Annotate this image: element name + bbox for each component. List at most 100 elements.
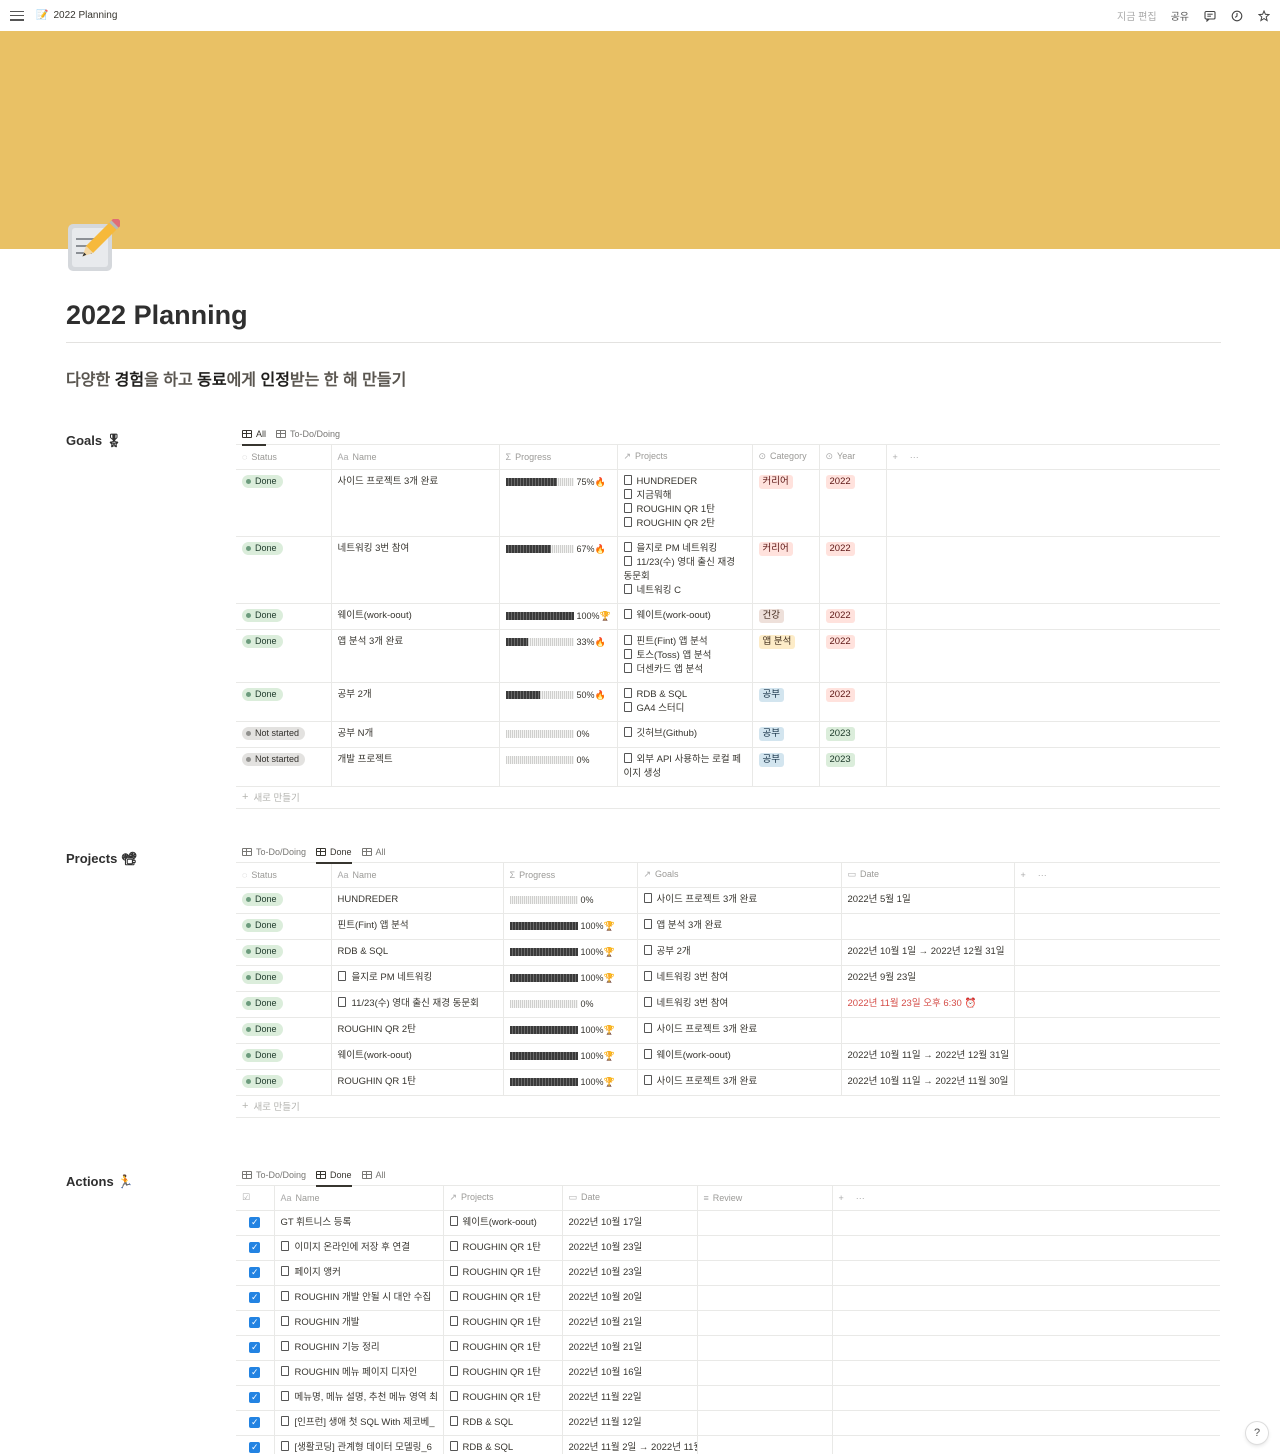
progress-cell[interactable]: 100%🏆 — [503, 939, 638, 966]
projects-cell[interactable]: RDB & SQL GA4 스터디 — [617, 682, 753, 722]
goal-name[interactable]: 개발 프로젝트 — [331, 747, 500, 787]
related-project-link[interactable]: 웨이트(work-oout) — [623, 608, 746, 623]
date-cell[interactable]: 2022년 11월 22일 — [562, 1385, 698, 1411]
action-name-cell[interactable]: ROUGHIN 기능 정리 — [274, 1335, 444, 1361]
table-row[interactable]: ✓ 메뉴명, 메뉴 설명, 추천 메뉴 영역 최 ROUGHIN QR 1탄 2022… — [236, 1385, 1220, 1411]
status-cell[interactable]: Not started — [236, 747, 332, 787]
year-cell[interactable]: 2022 — [819, 682, 887, 722]
project-name-cell[interactable]: RDB & SQL — [331, 939, 504, 966]
table-row[interactable]: ✓ ROUGHIN 개발 ROUGHIN QR 1탄 2022년 10월 21일 — [236, 1310, 1220, 1336]
add-column-header[interactable]: + ··· — [832, 1186, 1220, 1211]
tab-to-do-doing[interactable]: To-Do/Doing — [276, 423, 340, 445]
column-header-goals[interactable]: ↗ Goals — [637, 863, 842, 888]
related-project-link[interactable]: 네트워킹 C — [623, 583, 746, 598]
goal-name[interactable]: 웨이트(work-oout) — [331, 603, 500, 630]
table-row[interactable]: Done RDB & SQL 100%🏆 공부 2개 2022년 10월 1일 → 20… — [236, 939, 1220, 966]
review-cell[interactable] — [697, 1285, 833, 1311]
category-cell[interactable]: 커리어 — [752, 469, 820, 537]
projects-cell[interactable]: 웨이트(work-oout) — [617, 603, 753, 630]
status-badge[interactable]: Done — [242, 541, 283, 555]
projects-cell[interactable]: HUNDREDER 지금뭐해 ROUGHIN QR 1탄 ROUGHIN QR 2탄 — [617, 469, 753, 537]
date-cell[interactable]: 2022년 10월 23일 — [562, 1260, 698, 1286]
action-name-cell[interactable]: ROUGHIN 개발 — [274, 1310, 444, 1336]
related-project-link[interactable]: HUNDREDER — [623, 474, 746, 489]
checked-checkbox[interactable]: ✓ — [249, 1341, 261, 1353]
related-project-link[interactable]: 11/23(수) 영대 출신 재경 동문회 — [623, 555, 746, 584]
projects-cell[interactable]: RDB & SQL — [443, 1435, 563, 1454]
status-cell[interactable]: Done — [236, 913, 332, 940]
status-badge[interactable]: Done — [242, 1048, 283, 1062]
goals-cell[interactable]: 앱 분석 3개 완료 — [637, 913, 842, 940]
plus-icon[interactable]: + — [839, 1193, 844, 1203]
table-row[interactable]: Done 웨이트(work-oout) 100%🏆 웨이트(work-oout) 건강 2… — [236, 603, 1220, 630]
table-row[interactable]: Done 네트워킹 3번 참여 67%🔥 을지로 PM 네트워킹 11/23(수) 영대… — [236, 536, 1220, 604]
checkbox-cell[interactable]: ✓ — [236, 1285, 275, 1311]
more-options-icon[interactable]: ··· — [856, 1193, 865, 1203]
table-row[interactable]: Done ROUGHIN QR 1탄 100%🏆 사이드 프로젝트 3개 완료 2022… — [236, 1069, 1220, 1096]
related-goal-link[interactable]: 사이드 프로젝트 3개 완료 — [643, 1074, 835, 1089]
share-button[interactable]: 공유 — [1171, 8, 1189, 23]
checkbox-cell[interactable]: ✓ — [236, 1310, 275, 1336]
related-project-link[interactable]: RDB & SQL — [449, 1440, 556, 1454]
year-cell[interactable]: 2022 — [819, 629, 887, 683]
review-cell[interactable] — [697, 1235, 833, 1261]
action-name-cell[interactable]: 페이지 앵커 — [274, 1260, 444, 1286]
status-cell[interactable]: Done — [236, 965, 332, 992]
tab-done[interactable]: Done — [316, 1164, 352, 1187]
column-header-projects[interactable]: ↗ Projects — [617, 445, 753, 470]
related-project-link[interactable]: 핀트(Fint) 앱 분석 — [623, 634, 746, 649]
table-row[interactable]: Done 을지로 PM 네트워킹 100%🏆 네트워킹 3번 참여 2022년 9월 2… — [236, 965, 1220, 992]
category-cell[interactable]: 건강 — [752, 603, 820, 630]
tab-all[interactable]: All — [361, 1164, 386, 1186]
checked-checkbox[interactable]: ✓ — [249, 1416, 261, 1428]
plus-icon[interactable]: + — [893, 452, 898, 462]
status-badge[interactable]: Done — [242, 944, 283, 958]
projects-cell[interactable]: 핀트(Fint) 앱 분석 토스(Toss) 앱 분석 더센카드 앱 분석 — [617, 629, 753, 683]
status-badge[interactable]: Done — [242, 1074, 283, 1088]
progress-cell[interactable]: 67%🔥 — [499, 536, 618, 604]
checked-checkbox[interactable]: ✓ — [249, 1366, 261, 1378]
table-row[interactable]: ✓ ROUGHIN 개발 안될 시 대안 수집 ROUGHIN QR 1탄 2022년… — [236, 1285, 1220, 1311]
checkbox-cell[interactable]: ✓ — [236, 1335, 275, 1361]
related-project-link[interactable]: GA4 스터디 — [623, 701, 746, 716]
action-name-cell[interactable]: [생활코딩] 관계형 데이터 모델링_6 — [274, 1435, 444, 1454]
progress-cell[interactable]: 100%🏆 — [503, 965, 638, 992]
project-name-cell[interactable]: HUNDREDER — [331, 887, 504, 914]
projects-cell[interactable]: 웨이트(work-oout) — [443, 1210, 563, 1236]
tab-to-do-doing[interactable]: To-Do/Doing — [242, 1164, 306, 1186]
date-cell[interactable]: 2022년 11월 12일 — [562, 1410, 698, 1436]
favorite-star-icon[interactable] — [1257, 9, 1270, 22]
progress-cell[interactable]: 50%🔥 — [499, 682, 618, 722]
plus-icon[interactable]: + — [1021, 870, 1026, 880]
review-cell[interactable] — [697, 1260, 833, 1286]
checkbox-cell[interactable]: ✓ — [236, 1410, 275, 1436]
review-cell[interactable] — [697, 1410, 833, 1436]
checked-checkbox[interactable]: ✓ — [249, 1316, 261, 1328]
related-goal-link[interactable]: 네트워킹 3번 참여 — [643, 970, 835, 985]
goals-new-row-button[interactable]: + 새로 만들기 — [236, 787, 1220, 809]
table-row[interactable]: ✓ 이미지 온라인에 저장 후 연결 ROUGHIN QR 1탄 2022년 10월 … — [236, 1235, 1220, 1261]
table-row[interactable]: Done HUNDREDER 0% 사이드 프로젝트 3개 완료 2022년 5월 1일 — [236, 887, 1220, 914]
related-project-link[interactable]: ROUGHIN QR 1탄 — [449, 1340, 556, 1355]
review-cell[interactable] — [697, 1210, 833, 1236]
progress-cell[interactable]: 0% — [499, 721, 618, 748]
table-row[interactable]: ✓ 페이지 앵커 ROUGHIN QR 1탄 2022년 10월 23일 — [236, 1260, 1220, 1286]
status-cell[interactable]: Done — [236, 991, 332, 1018]
table-row[interactable]: ✓ [생활코딩] 관계형 데이터 모델링_6 RDB & SQL 2022년 11월 … — [236, 1435, 1220, 1454]
related-project-link[interactable]: ROUGHIN QR 1탄 — [449, 1365, 556, 1380]
column-header-projects[interactable]: ↗ Projects — [443, 1186, 563, 1211]
checked-checkbox[interactable]: ✓ — [249, 1216, 261, 1228]
status-badge[interactable]: Done — [242, 474, 283, 488]
related-goal-link[interactable]: 사이드 프로젝트 3개 완료 — [643, 1022, 835, 1037]
year-cell[interactable]: 2023 — [819, 747, 887, 787]
progress-cell[interactable]: 100%🏆 — [503, 1069, 638, 1096]
goal-name[interactable]: 공부 N개 — [331, 721, 500, 748]
review-cell[interactable] — [697, 1360, 833, 1386]
column-header-category[interactable]: ⊙ Category — [752, 445, 820, 470]
action-name-cell[interactable]: GT 휘트니스 등록 — [274, 1210, 444, 1236]
column-header-year[interactable]: ⊙ Year — [819, 445, 887, 470]
category-cell[interactable]: 공부 — [752, 682, 820, 722]
projects-cell[interactable]: ROUGHIN QR 1탄 — [443, 1260, 563, 1286]
related-project-link[interactable]: 웨이트(work-oout) — [449, 1215, 556, 1230]
progress-cell[interactable]: 100%🏆 — [503, 1017, 638, 1044]
